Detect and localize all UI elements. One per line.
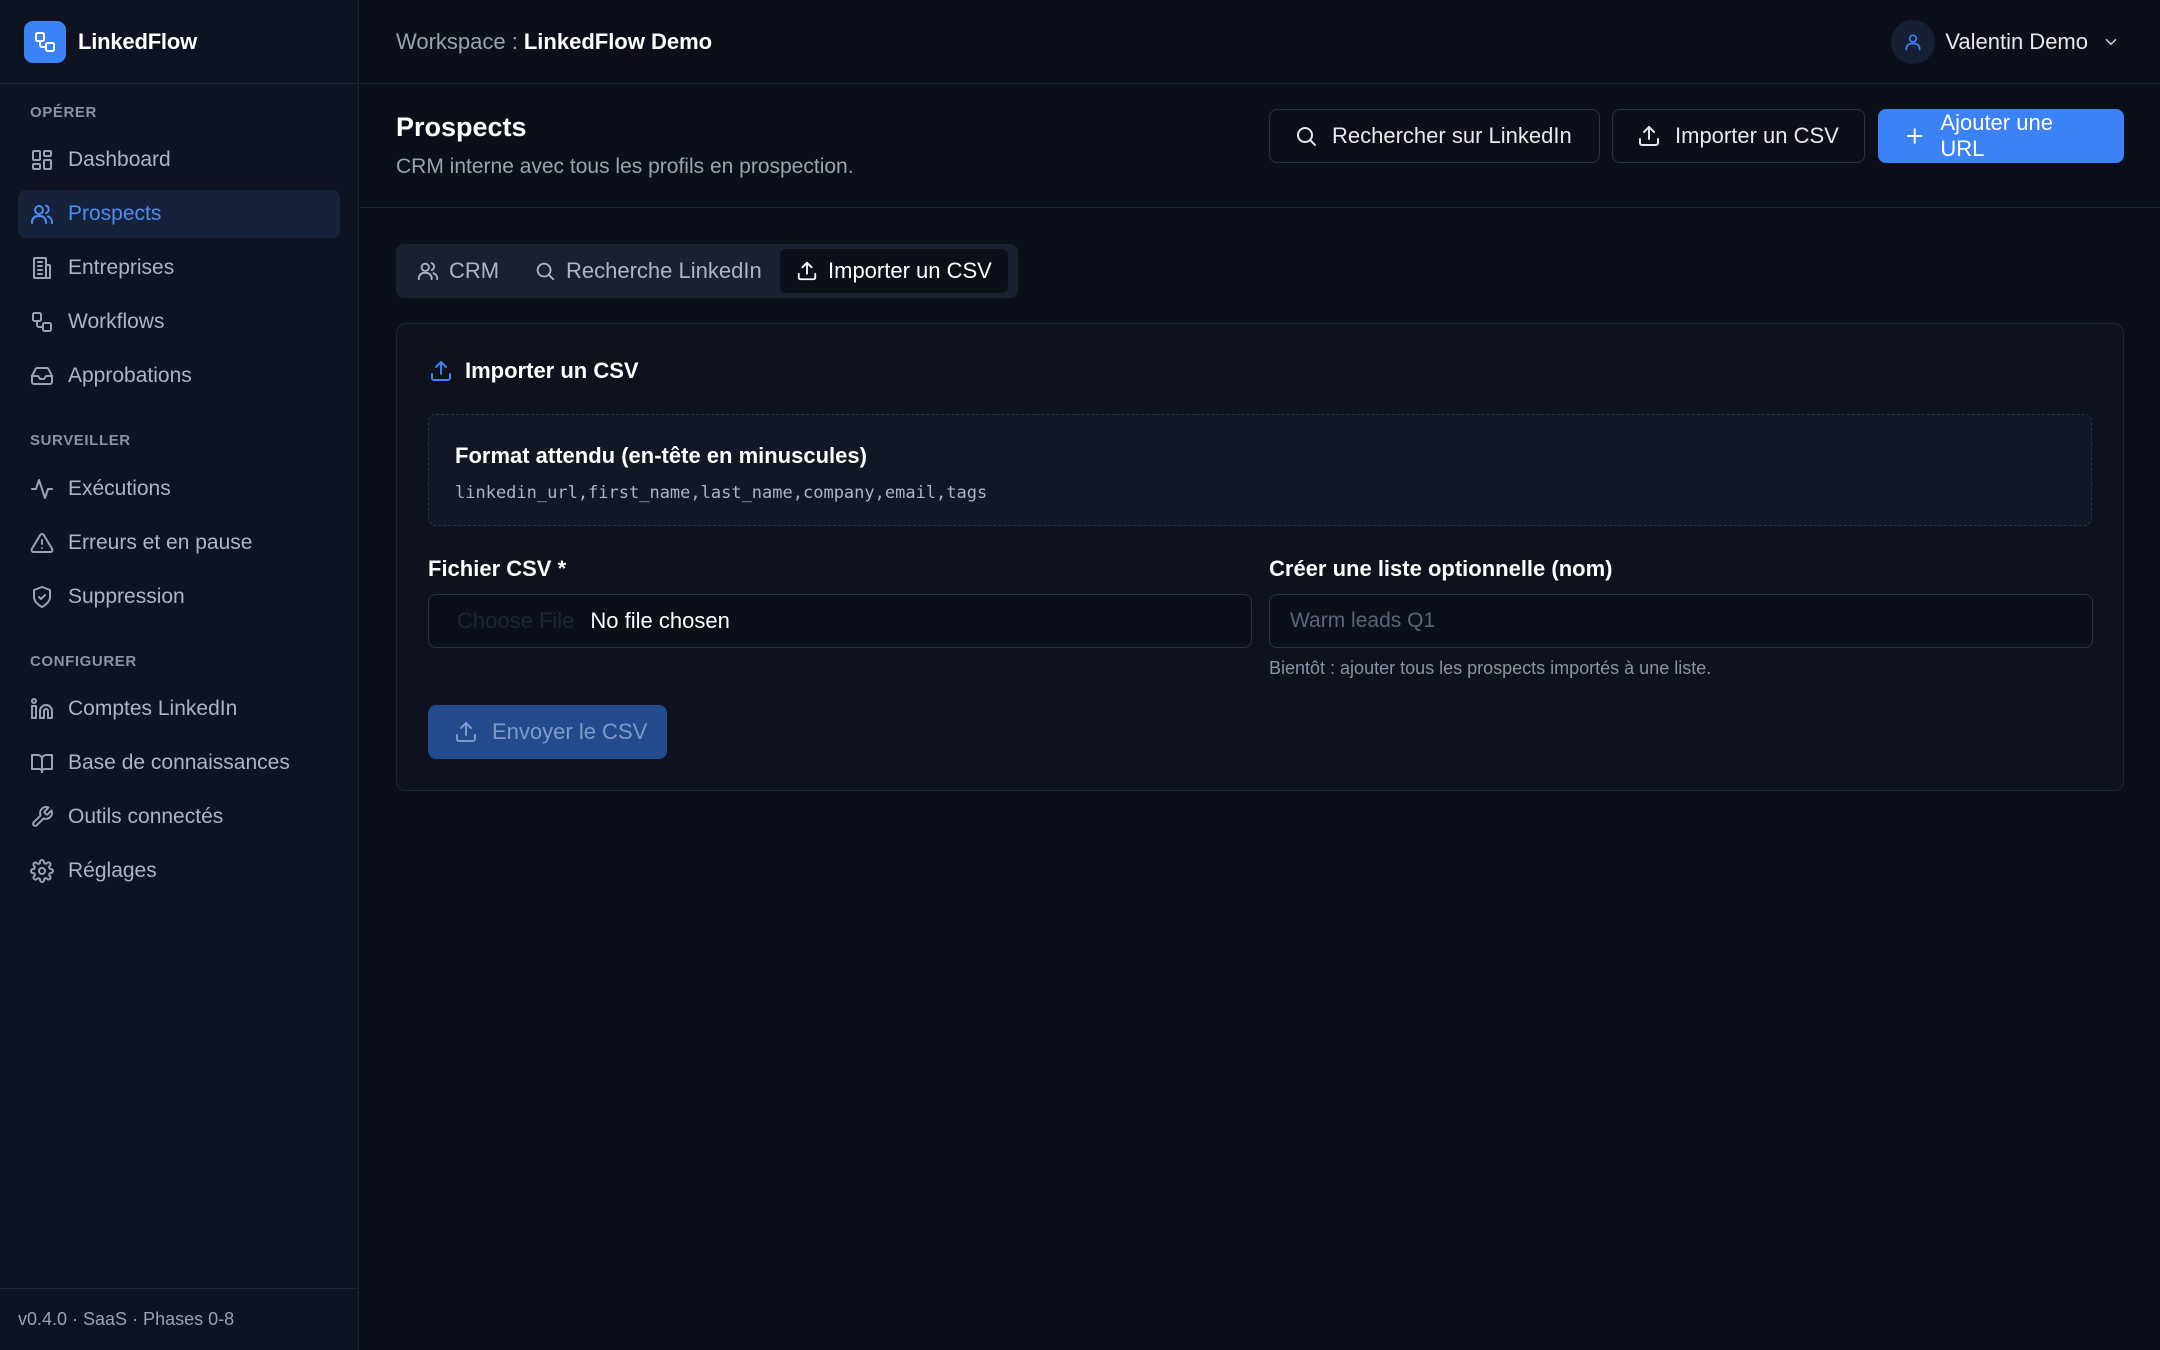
sidebar-item-dashboard[interactable]: Dashboard xyxy=(18,136,340,184)
sidebar-item-entreprises[interactable]: Entreprises xyxy=(18,244,340,292)
shield-icon xyxy=(33,586,51,608)
sidebar-item-comptes-linkedin[interactable]: Comptes LinkedIn xyxy=(18,685,340,733)
sidebar-item-outils-connectes[interactable]: Outils connectés xyxy=(18,793,340,841)
import-csv-card: Importer un CSV Format attendu (en-tête … xyxy=(396,323,2124,791)
sidebar-item-label: Base de connaissances xyxy=(68,751,290,774)
inbox-icon xyxy=(31,367,53,385)
format-hint: Format attendu (en-tête en minuscules) l… xyxy=(428,414,2092,526)
user-name: Valentin Demo xyxy=(1945,29,2088,54)
workflow-icon xyxy=(32,312,52,332)
users-icon xyxy=(417,262,439,281)
upload-icon xyxy=(456,722,476,742)
sidebar-item-base-connaissances[interactable]: Base de connaissances xyxy=(18,739,340,787)
plus-icon xyxy=(1906,128,1923,144)
sidebar-item-label: Erreurs et en pause xyxy=(68,531,253,554)
users-icon xyxy=(31,204,53,224)
workspace-label: Workspace : xyxy=(396,28,518,54)
user-menu[interactable]: Valentin Demo xyxy=(1891,20,2120,64)
sidebar: LinkedFlow OPÉRER Dashboard Prospects En… xyxy=(0,0,359,1350)
sidebar-item-reglages[interactable]: Réglages xyxy=(18,847,340,895)
gear-icon xyxy=(30,859,54,883)
wrench-icon xyxy=(32,806,53,827)
sidebar-item-label: Outils connectés xyxy=(68,805,224,828)
section-configurer: CONFIGURER xyxy=(30,653,137,670)
book-icon xyxy=(31,754,53,773)
file-field-label: Fichier CSV * xyxy=(428,556,567,581)
chevron-down-icon xyxy=(2105,39,2117,45)
page-header: Prospects CRM interne avec tous les prof… xyxy=(360,85,2160,208)
workflow-logo-icon xyxy=(24,20,66,63)
search-linkedin-label: Rechercher sur LinkedIn xyxy=(1332,123,1572,148)
import-csv-label: Importer un CSV xyxy=(1675,123,1839,148)
sidebar-item-label: Workflows xyxy=(68,310,165,333)
prospect-tabs: CRM Recherche LinkedIn Importer un CSV xyxy=(396,244,1018,298)
tab-label: Recherche LinkedIn xyxy=(566,258,762,283)
file-status: No file chosen xyxy=(590,608,730,633)
sidebar-item-label: Approbations xyxy=(68,364,192,387)
submit-label: Envoyer le CSV xyxy=(492,719,648,744)
tab-recherche-linkedin[interactable]: Recherche LinkedIn xyxy=(518,249,778,293)
tab-label: Importer un CSV xyxy=(828,258,992,283)
upload-icon xyxy=(797,261,817,281)
page-subtitle: CRM interne avec tous les profils en pro… xyxy=(396,155,854,178)
import-csv-button[interactable]: Importer un CSV xyxy=(1612,109,1865,163)
sidebar-item-label: Prospects xyxy=(68,202,162,225)
csv-file-input[interactable]: Choose File No file chosen xyxy=(428,594,1252,648)
sidebar-item-suppression[interactable]: Suppression xyxy=(18,573,340,621)
upload-icon xyxy=(1639,126,1659,146)
sidebar-item-label: Entreprises xyxy=(68,256,175,279)
user-icon xyxy=(1905,34,1921,51)
alert-triangle-icon xyxy=(30,532,54,553)
add-url-button[interactable]: Ajouter une URL xyxy=(1878,109,2124,163)
tab-importer-csv[interactable]: Importer un CSV xyxy=(780,249,1008,293)
avatar xyxy=(1891,20,1936,64)
card-title: Importer un CSV xyxy=(429,358,639,384)
brand-name: LinkedFlow xyxy=(78,28,198,54)
tab-label: CRM xyxy=(449,258,500,283)
list-field-label: Créer une liste optionnelle (nom) xyxy=(1269,556,1613,581)
choose-file-button[interactable]: Choose File xyxy=(457,608,574,634)
search-linkedin-button[interactable]: Rechercher sur LinkedIn xyxy=(1269,109,1600,163)
list-name-input[interactable] xyxy=(1269,594,2093,648)
linkedin-icon xyxy=(31,698,53,719)
sidebar-item-approbations[interactable]: Approbations xyxy=(18,352,340,400)
list-help-text: Bientôt : ajouter tous les prospects imp… xyxy=(1269,658,1712,678)
sidebar-item-label: Exécutions xyxy=(68,477,171,500)
search-icon xyxy=(536,262,555,281)
sidebar-item-prospects[interactable]: Prospects xyxy=(18,190,340,238)
sidebar-item-workflows[interactable]: Workflows xyxy=(18,298,340,346)
sidebar-item-label: Réglages xyxy=(68,859,157,882)
sidebar-item-executions[interactable]: Exécutions xyxy=(18,465,340,513)
brand[interactable]: LinkedFlow xyxy=(0,0,358,84)
page-title: Prospects xyxy=(396,112,527,142)
sidebar-item-label: Dashboard xyxy=(68,148,171,171)
format-title: Format attendu (en-tête en minuscules) xyxy=(455,443,867,468)
version-info: v0.4.0 · SaaS · Phases 0-8 xyxy=(0,1288,359,1350)
upload-icon xyxy=(431,361,451,381)
grid-icon xyxy=(32,150,52,170)
building-icon xyxy=(33,257,51,279)
tab-crm[interactable]: CRM xyxy=(401,249,515,293)
sidebar-item-label: Suppression xyxy=(68,585,185,608)
add-url-label: Ajouter une URL xyxy=(1940,110,2053,161)
search-icon xyxy=(1297,127,1316,146)
section-operer: OPÉRER xyxy=(30,104,97,121)
topbar: Workspace : LinkedFlow Demo Valentin Dem… xyxy=(360,0,2160,84)
card-title-text: Importer un CSV xyxy=(465,358,639,383)
sidebar-item-erreurs[interactable]: Erreurs et en pause xyxy=(18,519,340,567)
submit-csv-button[interactable]: Envoyer le CSV xyxy=(428,705,667,759)
format-code: linkedin_url,first_name,last_name,compan… xyxy=(455,483,988,503)
workspace-name[interactable]: LinkedFlow Demo xyxy=(524,29,712,55)
sidebar-item-label: Comptes LinkedIn xyxy=(68,697,238,720)
section-surveiller: SURVEILLER xyxy=(30,432,131,449)
activity-icon xyxy=(31,479,53,499)
